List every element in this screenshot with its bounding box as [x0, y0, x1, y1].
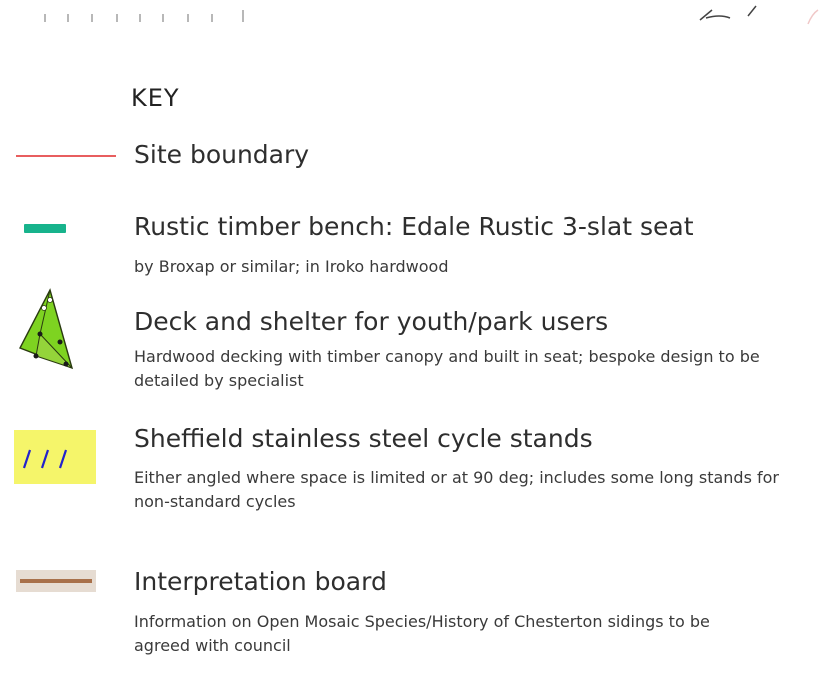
interpretation-board-title: Interpretation board	[134, 567, 387, 596]
cycle-stands-description: Either angled where space is limited or …	[134, 468, 779, 511]
map-fragment	[44, 5, 819, 25]
bench-title: Rustic timber bench: Edale Rustic 3-slat…	[134, 212, 694, 241]
deck-shelter-title: Deck and shelter for youth/park users	[134, 307, 609, 336]
interpretation-board-description: Information on Open Mosaic Species/Histo…	[134, 612, 710, 655]
deck-shelter-description: Hardwood decking with timber canopy and …	[134, 347, 760, 390]
deck-shelter-triangle-icon	[19, 288, 74, 370]
cycle-stands-title: Sheffield stainless steel cycle stands	[134, 424, 593, 453]
bench-description: by Broxap or similar; in Iroko hardwood	[134, 257, 449, 276]
bench-symbol-icon	[24, 224, 66, 233]
interpretation-board-icon	[16, 570, 96, 592]
cycle-stand-hatch-icon	[14, 430, 96, 484]
interpretation-board-stripe	[20, 579, 92, 583]
legend-title: KEY	[131, 84, 180, 112]
site-boundary-line-icon	[16, 155, 116, 157]
site-boundary-title: Site boundary	[134, 140, 310, 169]
